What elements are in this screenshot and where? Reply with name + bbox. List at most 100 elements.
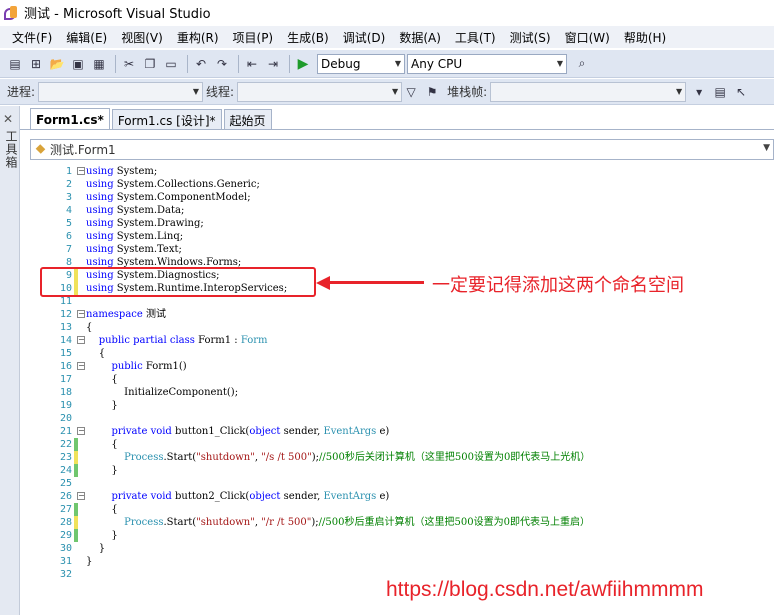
code-line[interactable]: 18 InitializeComponent(); bbox=[30, 386, 774, 399]
undo-icon[interactable]: ↶ bbox=[192, 55, 210, 73]
tab-form1-code[interactable]: Form1.cs* bbox=[30, 108, 110, 130]
code-line[interactable]: 30 } bbox=[30, 542, 774, 555]
toolbar-separator bbox=[115, 54, 116, 73]
line-number: 25 bbox=[59, 478, 72, 489]
menu-project[interactable]: 项目(P) bbox=[227, 29, 280, 46]
code-text: } bbox=[86, 400, 118, 411]
line-number: 30 bbox=[59, 543, 72, 554]
code-line[interactable]: 15 { bbox=[30, 347, 774, 360]
menu-build[interactable]: 生成(B) bbox=[281, 29, 335, 46]
collapse-icon[interactable]: − bbox=[77, 427, 85, 435]
code-line[interactable]: 14− public partial class Form1 : Form bbox=[30, 334, 774, 347]
code-line[interactable]: 12− namespace 测试 bbox=[30, 308, 774, 321]
paste-icon[interactable]: ▭ bbox=[162, 55, 180, 73]
line-number: 1 bbox=[65, 166, 72, 177]
code-line[interactable]: 3 using System.ComponentModel; bbox=[30, 191, 774, 204]
line-number: 32 bbox=[59, 569, 72, 580]
redo-icon[interactable]: ↷ bbox=[213, 55, 231, 73]
code-line[interactable]: 7 using System.Text; bbox=[30, 243, 774, 256]
code-line[interactable]: 28 Process.Start("shutdown", "/r /t 500"… bbox=[30, 516, 774, 529]
cut-icon[interactable]: ✂ bbox=[120, 55, 138, 73]
navigate-icon[interactable]: ⇤ bbox=[243, 55, 261, 73]
code-text: using System.ComponentModel; bbox=[86, 192, 251, 203]
class-select-value: 测试.Form1 bbox=[50, 143, 116, 157]
start-debugging-icon[interactable]: ▶ bbox=[294, 55, 312, 73]
code-line[interactable]: 6 using System.Linq; bbox=[30, 230, 774, 243]
collapse-icon[interactable]: − bbox=[77, 362, 85, 370]
flag-threads-icon[interactable]: ⚑ bbox=[423, 83, 441, 101]
tab-form1-design[interactable]: Form1.cs [设计]* bbox=[111, 109, 222, 130]
open-folder-icon[interactable]: 📂 bbox=[48, 55, 66, 73]
code-text: public Form1() bbox=[111, 361, 187, 372]
platform-select[interactable]: Any CPU ▼ bbox=[407, 53, 567, 74]
toolbar-overflow-icon[interactable]: ▾ bbox=[690, 83, 708, 101]
code-line[interactable]: 24 } bbox=[30, 464, 774, 477]
tab-start-page[interactable]: 起始页 bbox=[223, 109, 272, 130]
stack-frame-select[interactable]: ▼ bbox=[490, 81, 687, 102]
menu-debug[interactable]: 调试(D) bbox=[337, 29, 392, 46]
window-title: 测试 - Microsoft Visual Studio bbox=[24, 6, 211, 22]
menu-edit[interactable]: 编辑(E) bbox=[60, 29, 113, 46]
solution-config-value: Debug bbox=[321, 56, 361, 71]
find-in-files-icon[interactable]: ⌕ bbox=[573, 55, 591, 73]
code-line[interactable]: 16− public Form1() bbox=[30, 360, 774, 373]
filter-icon[interactable]: ▽ bbox=[402, 83, 420, 101]
collapse-icon[interactable]: − bbox=[77, 492, 85, 500]
change-marker bbox=[74, 529, 78, 542]
code-line[interactable]: 29 } bbox=[30, 529, 774, 542]
find-icon[interactable]: ⇥ bbox=[264, 55, 282, 73]
cursor-icon[interactable]: ↖ bbox=[732, 83, 750, 101]
menu-tools[interactable]: 工具(T) bbox=[449, 29, 502, 46]
line-number: 20 bbox=[59, 413, 72, 424]
wrench-icon[interactable]: ✕ bbox=[3, 112, 13, 126]
menu-window[interactable]: 窗口(W) bbox=[559, 29, 616, 46]
solution-config-select[interactable]: Debug ▼ bbox=[317, 53, 405, 74]
thread-select[interactable]: ▼ bbox=[237, 81, 403, 102]
code-line[interactable]: 1− using System; bbox=[30, 165, 774, 178]
code-text: public partial class Form1 : Form bbox=[98, 335, 268, 346]
collapse-icon[interactable]: − bbox=[77, 336, 85, 344]
code-line[interactable]: 21− private void button1_Click(object se… bbox=[30, 425, 774, 438]
thread-label: 线程: bbox=[206, 85, 235, 99]
collapse-icon[interactable]: − bbox=[77, 310, 85, 318]
code-line[interactable]: 2 using System.Collections.Generic; bbox=[30, 178, 774, 191]
new-project-icon[interactable]: ▤ bbox=[6, 55, 24, 73]
code-editor[interactable]: 1− using System; 2 using System.Collections… bbox=[30, 161, 774, 615]
code-line[interactable]: 31} bbox=[30, 555, 774, 568]
code-line[interactable]: 25 bbox=[30, 477, 774, 490]
collapse-icon[interactable]: − bbox=[77, 167, 85, 175]
add-item-icon[interactable]: ⊞ bbox=[27, 55, 45, 73]
menu-help[interactable]: 帮助(H) bbox=[618, 29, 672, 46]
class-navigation-bar[interactable]: 测试.Form1 ▼ bbox=[30, 139, 774, 160]
save-icon[interactable]: ▣ bbox=[69, 55, 87, 73]
chevron-down-icon: ▼ bbox=[192, 87, 200, 96]
code-text: { bbox=[86, 348, 106, 359]
code-line[interactable]: 5 using System.Drawing; bbox=[30, 217, 774, 230]
copy-icon[interactable]: ❐ bbox=[141, 55, 159, 73]
line-number: 16 bbox=[59, 361, 72, 372]
code-line[interactable]: 13 { bbox=[30, 321, 774, 334]
menu-refactor[interactable]: 重构(R) bbox=[171, 29, 225, 46]
save-all-icon[interactable]: ▦ bbox=[90, 55, 108, 73]
breakpoints-icon[interactable]: ▤ bbox=[711, 83, 729, 101]
code-text: } bbox=[86, 465, 118, 476]
code-line[interactable]: 22 { bbox=[30, 438, 774, 451]
code-line[interactable]: 17 { bbox=[30, 373, 774, 386]
code-line[interactable]: 27 { bbox=[30, 503, 774, 516]
change-marker bbox=[74, 464, 78, 477]
menu-data[interactable]: 数据(A) bbox=[393, 29, 447, 46]
stack-frame-label: 堆栈帧: bbox=[447, 85, 488, 99]
menu-view[interactable]: 视图(V) bbox=[115, 29, 169, 46]
toolbox-strip: ✕ 工具箱 bbox=[0, 106, 20, 615]
toolbox-label[interactable]: 工具箱 bbox=[3, 130, 20, 169]
code-line[interactable]: 4 using System.Data; bbox=[30, 204, 774, 217]
code-line[interactable]: 20 bbox=[30, 412, 774, 425]
code-line[interactable]: 26− private void button2_Click(object se… bbox=[30, 490, 774, 503]
process-select[interactable]: ▼ bbox=[38, 81, 204, 102]
menu-file[interactable]: 文件(F) bbox=[6, 29, 58, 46]
document-tabs: Form1.cs* Form1.cs [设计]* 起始页 bbox=[30, 108, 774, 130]
code-line[interactable]: 19 } bbox=[30, 399, 774, 412]
code-line[interactable]: 23 Process.Start("shutdown", "/s /t 500"… bbox=[30, 451, 774, 464]
menu-test[interactable]: 测试(S) bbox=[504, 29, 557, 46]
line-number: 27 bbox=[59, 504, 72, 515]
